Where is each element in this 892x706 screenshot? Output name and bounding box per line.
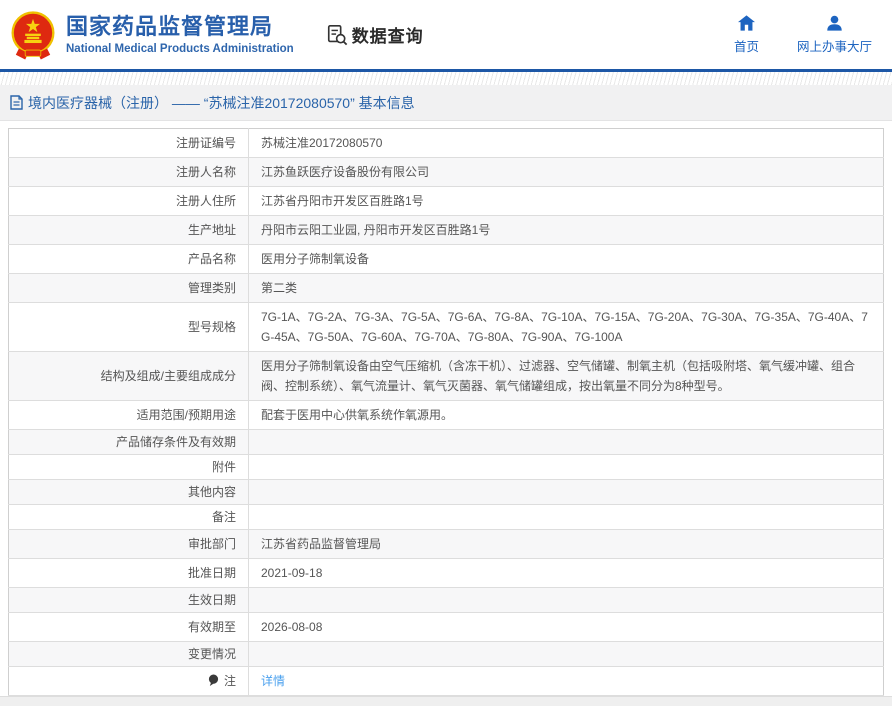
field-label: 批准日期 — [187, 566, 236, 580]
field-label: 审批部门 — [187, 537, 236, 551]
field-value: 苏械注准20172080570 — [261, 136, 383, 150]
registration-info-table: 注册证编号 苏械注准20172080570 注册人名称 江苏鱼跃医疗设备股份有限… — [8, 128, 884, 696]
table-row: 生效日期 — [8, 587, 884, 613]
breadcrumb-text: 境内医疗器械（注册） —— “苏械注准20172080570” 基本信息 — [28, 94, 415, 111]
field-value: 2021-09-18 — [261, 566, 323, 580]
registration-info-table-wrap: 注册证编号 苏械注准20172080570 注册人名称 江苏鱼跃医疗设备股份有限… — [0, 121, 892, 696]
field-value: 江苏鱼跃医疗设备股份有限公司 — [261, 165, 430, 179]
field-value: 医用分子筛制氧设备由空气压缩机（含冻干机）、过滤器、空气储罐、制氧主机（包括吸附… — [261, 359, 856, 393]
page: 国家药品监督管理局 National Medical Products Admi… — [0, 0, 892, 706]
field-label: 结构及组成/主要组成成分 — [100, 369, 236, 383]
table-row: 附件 — [8, 454, 884, 480]
field-value: 医用分子筛制氧设备 — [261, 252, 370, 266]
field-label: 管理类别 — [187, 281, 236, 295]
nav-item-home[interactable]: 首页 — [733, 14, 759, 55]
table-row: 适用范围/预期用途 配套于医用中心供氧系统作氧源用。 — [8, 400, 884, 430]
field-label: 附件 — [211, 460, 236, 474]
field-value: 配套于医用中心供氧系统作氧源用。 — [261, 408, 454, 422]
field-value: 丹阳市云阳工业园, 丹阳市开发区百胜路1号 — [261, 223, 491, 237]
field-label: 注 — [223, 674, 236, 688]
table-row: 批准日期 2021-09-18 — [8, 558, 884, 588]
table-row: 其他内容 — [8, 479, 884, 505]
field-label: 生效日期 — [187, 593, 236, 607]
org-title-block: 国家药品监督管理局 National Medical Products Admi… — [66, 14, 294, 55]
nav-item-online-hall-label: 网上办事大厅 — [796, 39, 872, 54]
national-emblem-logo — [11, 10, 55, 59]
table-row: 产品名称 医用分子筛制氧设备 — [8, 244, 884, 274]
stripe-divider — [0, 72, 892, 85]
org-name-zh: 国家药品监督管理局 — [66, 14, 274, 39]
field-label: 注册证编号 — [175, 136, 236, 150]
field-label: 注册人名称 — [175, 165, 236, 179]
document-icon — [10, 95, 23, 110]
table-row: 审批部门 江苏省药品监督管理局 — [8, 529, 884, 559]
field-label: 有效期至 — [187, 620, 236, 634]
home-icon — [737, 14, 755, 31]
table-row: 生产地址 丹阳市云阳工业园, 丹阳市开发区百胜路1号 — [8, 215, 884, 245]
table-row: 结构及组成/主要组成成分 医用分子筛制氧设备由空气压缩机（含冻干机）、过滤器、空… — [8, 351, 884, 401]
breadcrumb-bar: 境内医疗器械（注册） —— “苏械注准20172080570” 基本信息 — [0, 85, 892, 121]
table-row: 管理类别 第二类 — [8, 273, 884, 303]
field-label: 产品储存条件及有效期 — [115, 435, 236, 449]
table-row: 有效期至 2026-08-08 — [8, 612, 884, 642]
person-icon — [827, 15, 842, 31]
table-row: 注册人住所 江苏省丹阳市开发区百胜路1号 — [8, 186, 884, 216]
table-row: 型号规格 7G-1A、7G-2A、7G-3A、7G-5A、7G-6A、7G-8A… — [8, 302, 884, 352]
field-value: 7G-1A、7G-2A、7G-3A、7G-5A、7G-6A、7G-8A、7G-1… — [261, 310, 868, 344]
data-query-icon — [327, 24, 347, 45]
table-row: 注册证编号 苏械注准20172080570 — [8, 128, 884, 158]
table-row: 备注 — [8, 504, 884, 530]
data-query-section[interactable]: 数据查询 — [326, 22, 424, 47]
field-label: 型号规格 — [187, 320, 236, 334]
top-nav: 首页 网上办事大厅 — [733, 14, 872, 55]
field-value: 第二类 — [261, 281, 298, 295]
field-label: 产品名称 — [187, 252, 236, 266]
table-row: 产品储存条件及有效期 — [8, 429, 884, 455]
nav-item-online-hall[interactable]: 网上办事大厅 — [797, 15, 872, 55]
note-balloon-icon — [208, 674, 218, 686]
field-value: 2026-08-08 — [261, 620, 323, 634]
field-label: 适用范围/预期用途 — [136, 408, 236, 422]
table-row: 注册人名称 江苏鱼跃医疗设备股份有限公司 — [8, 157, 884, 187]
nav-item-home-label: 首页 — [733, 39, 759, 54]
header: 国家药品监督管理局 National Medical Products Admi… — [0, 0, 892, 72]
details-link[interactable]: 详情 — [261, 674, 285, 688]
field-label: 生产地址 — [187, 223, 236, 237]
field-label: 备注 — [211, 510, 236, 524]
field-label: 其他内容 — [187, 485, 236, 499]
field-value: 江苏省丹阳市开发区百胜路1号 — [261, 194, 424, 208]
org-name-en: National Medical Products Administration — [66, 43, 294, 55]
footer-strip — [0, 696, 892, 706]
data-query-label: 数据查询 — [351, 27, 424, 46]
field-label: 变更情况 — [187, 647, 236, 661]
field-value: 江苏省药品监督管理局 — [261, 537, 382, 551]
table-row: 变更情况 — [8, 641, 884, 667]
field-label: 注册人住所 — [175, 194, 236, 208]
